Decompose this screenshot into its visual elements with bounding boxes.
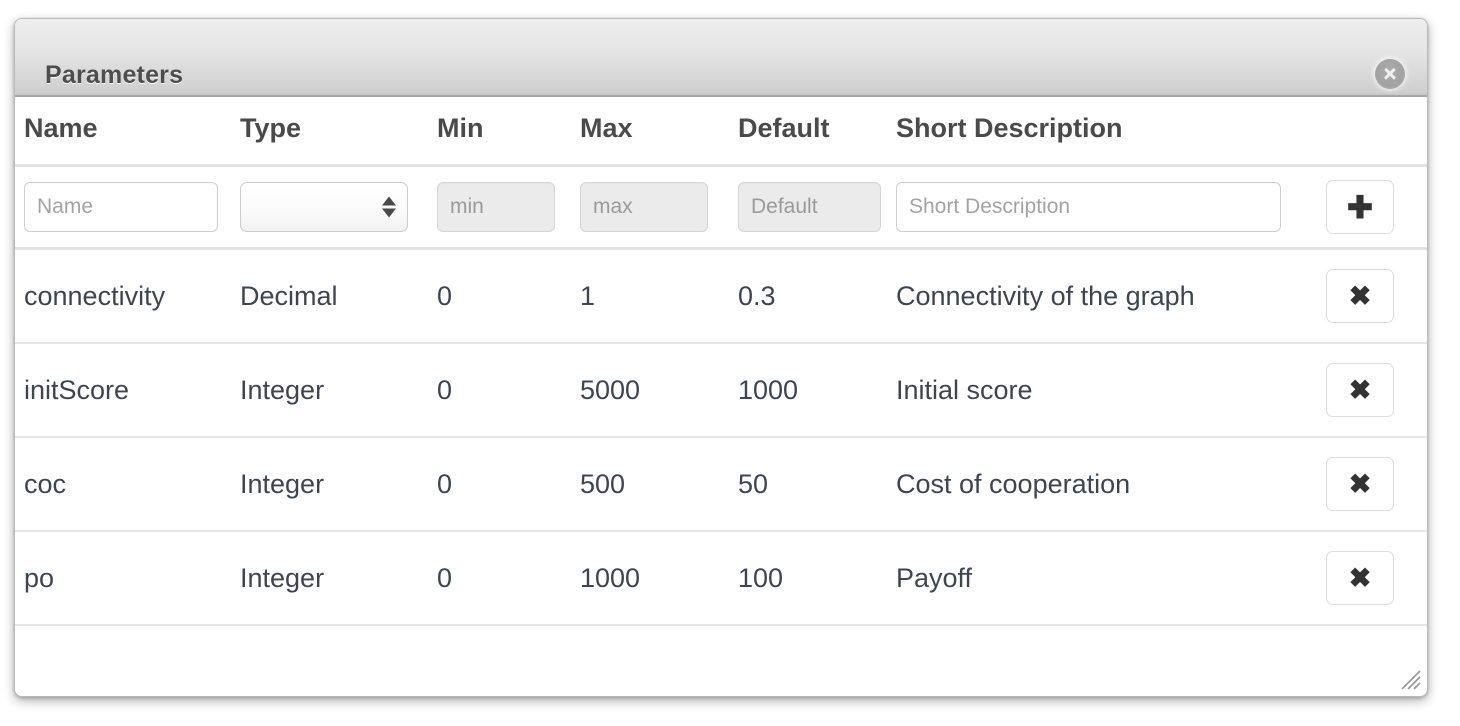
name-input[interactable] — [24, 182, 218, 232]
column-header-description: Short Description — [896, 97, 1326, 167]
column-header-max: Max — [580, 97, 738, 167]
cell-type: Integer — [240, 437, 437, 532]
add-parameter-button[interactable]: ✚ — [1326, 180, 1394, 234]
cell-type: Integer — [240, 343, 437, 438]
table-row: initScore Integer 0 5000 1000 Initial sc… — [15, 343, 1427, 438]
new-parameter-row: ✚ — [15, 165, 1427, 250]
cell-name: connectivity — [15, 248, 240, 344]
min-input[interactable] — [437, 182, 555, 232]
delete-parameter-button[interactable]: ✖ — [1326, 551, 1394, 605]
max-input[interactable] — [580, 182, 708, 232]
cell-max: 1000 — [580, 531, 738, 626]
cell-action: ✖ — [1326, 531, 1427, 626]
cell-name: po — [15, 531, 240, 626]
cell-max: 500 — [580, 437, 738, 532]
cell-type: Decimal — [240, 248, 437, 344]
parameters-window: Parameters Name Type Min Max Default Sho… — [14, 18, 1428, 697]
cell-action: ✖ — [1326, 343, 1427, 438]
cell-action: ✖ — [1326, 248, 1427, 344]
resize-grip-icon[interactable] — [1399, 668, 1421, 690]
cell-description: Cost of cooperation — [896, 437, 1326, 532]
cell-new-description — [896, 165, 1326, 250]
cell-new-action: ✚ — [1326, 165, 1427, 250]
type-select[interactable] — [240, 182, 408, 232]
cell-description: Payoff — [896, 531, 1326, 626]
cell-name: initScore — [15, 343, 240, 438]
table-header-row: Name Type Min Max Default Short Descript… — [15, 97, 1427, 167]
cell-default: 1000 — [738, 343, 896, 438]
column-header-min: Min — [437, 97, 580, 167]
delete-parameter-button[interactable]: ✖ — [1326, 457, 1394, 511]
cell-min: 0 — [437, 343, 580, 438]
cell-max: 1 — [580, 248, 738, 344]
delete-parameter-button[interactable]: ✖ — [1326, 269, 1394, 323]
cell-max: 5000 — [580, 343, 738, 438]
cell-default: 0.3 — [738, 248, 896, 344]
window-title: Parameters — [45, 61, 184, 89]
description-input[interactable] — [896, 182, 1281, 232]
cell-new-min — [437, 165, 580, 250]
cell-new-default — [738, 165, 896, 250]
cell-min: 0 — [437, 531, 580, 626]
cell-default: 50 — [738, 437, 896, 532]
table-row: coc Integer 0 500 50 Cost of cooperation… — [15, 437, 1427, 532]
cell-new-max — [580, 165, 738, 250]
cell-type: Integer — [240, 531, 437, 626]
table-row: po Integer 0 1000 100 Payoff ✖ — [15, 531, 1427, 626]
window-body: Name Type Min Max Default Short Descript… — [15, 97, 1427, 696]
default-input[interactable] — [738, 182, 881, 232]
column-header-actions — [1326, 97, 1427, 167]
window-titlebar[interactable]: Parameters — [15, 19, 1427, 97]
type-select-wrapper — [240, 182, 408, 232]
cell-new-type — [240, 165, 437, 250]
parameters-table: Name Type Min Max Default Short Descript… — [15, 97, 1427, 626]
table-row: connectivity Decimal 0 1 0.3 Connectivit… — [15, 248, 1427, 344]
close-circle-icon[interactable] — [1375, 59, 1405, 89]
cell-min: 0 — [437, 437, 580, 532]
cell-new-name — [15, 165, 240, 250]
cell-description: Initial score — [896, 343, 1326, 438]
column-header-default: Default — [738, 97, 896, 167]
cell-action: ✖ — [1326, 437, 1427, 532]
desktop-background: Parameters Name Type Min Max Default Sho… — [0, 0, 1460, 726]
delete-parameter-button[interactable]: ✖ — [1326, 363, 1394, 417]
cell-description: Connectivity of the graph — [896, 248, 1326, 344]
cell-default: 100 — [738, 531, 896, 626]
cell-name: coc — [15, 437, 240, 532]
cell-min: 0 — [437, 248, 580, 344]
column-header-type: Type — [240, 97, 437, 167]
column-header-name: Name — [15, 97, 240, 167]
